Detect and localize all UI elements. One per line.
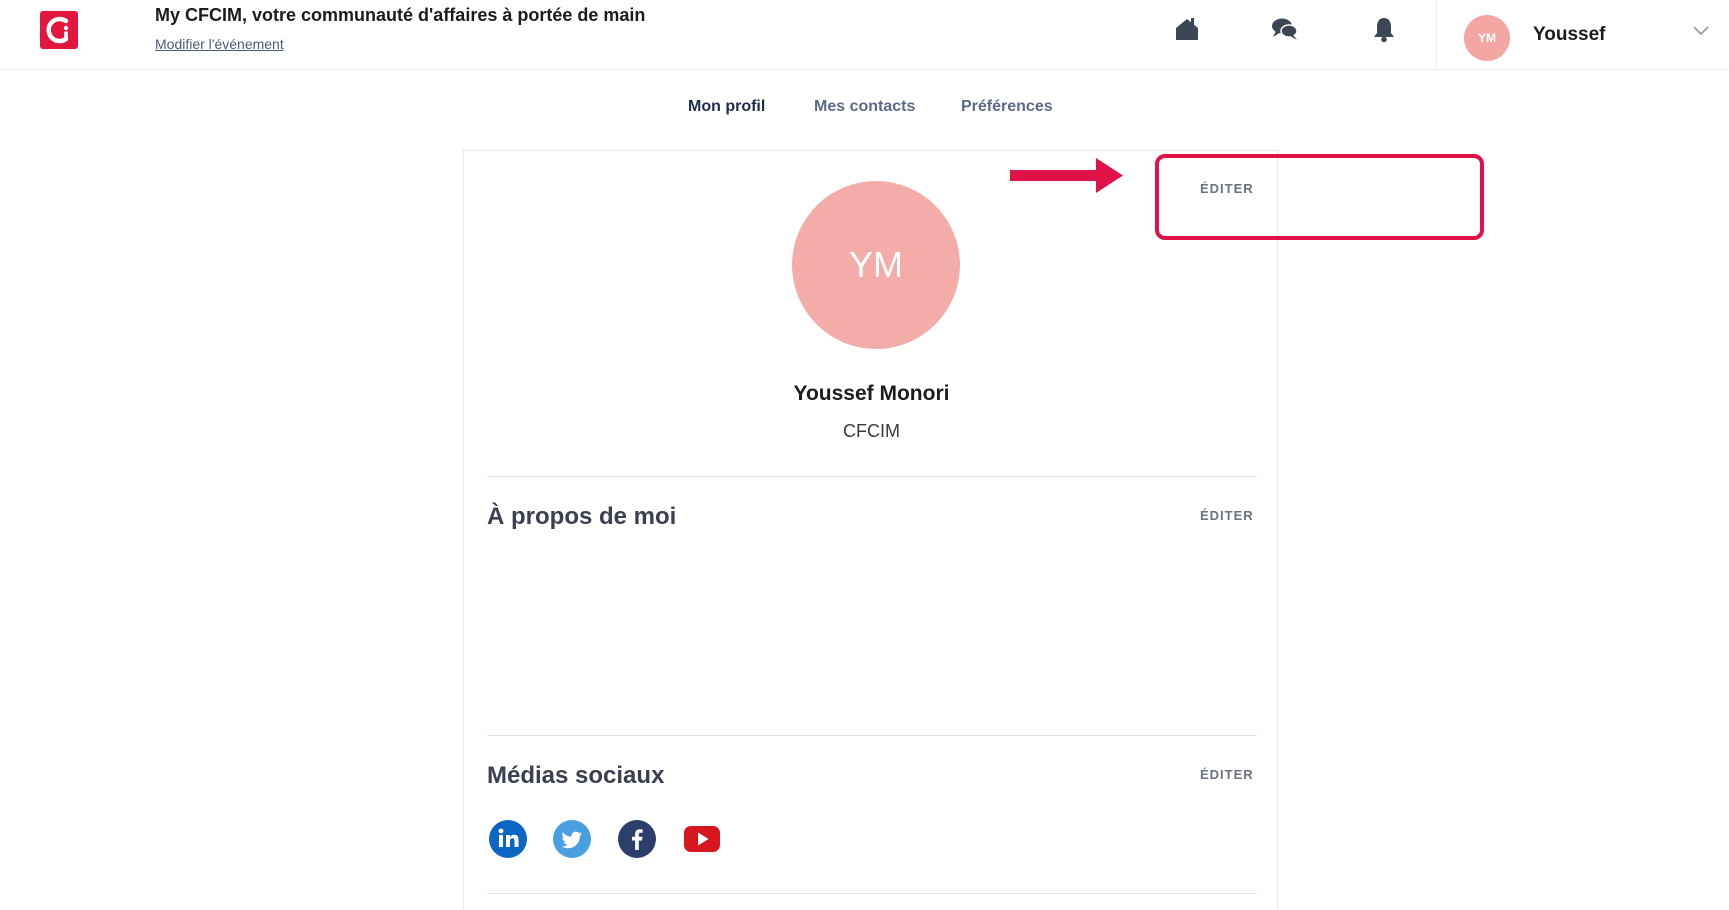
edit-about-button[interactable]: ÉDITER: [1200, 508, 1254, 523]
linkedin-icon[interactable]: [489, 820, 527, 858]
chevron-down-icon[interactable]: [1692, 24, 1710, 42]
profile-company: CFCIM: [843, 421, 900, 441]
annotation-arrow: [1010, 155, 1125, 202]
section-divider: [487, 476, 1257, 477]
edit-event-link[interactable]: Modifier l'événement: [155, 36, 284, 52]
tab-mon-profil[interactable]: Mon profil: [688, 98, 765, 116]
home-icon[interactable]: [1172, 14, 1202, 44]
profile-avatar: YM: [792, 181, 960, 349]
top-header: My CFCIM, votre communauté d'affaires à …: [0, 0, 1729, 70]
about-title: À propos de moi: [487, 503, 677, 530]
header-divider: [1436, 0, 1437, 70]
section-divider: [487, 893, 1257, 894]
annotation-highlight-box: [1155, 154, 1484, 240]
social-media-title: Médias sociaux: [487, 762, 665, 789]
profile-card: ÉDITER YM Youssef Monori CFCIM À propos …: [463, 150, 1278, 910]
tab-preferences[interactable]: Préférences: [961, 98, 1053, 116]
bell-icon[interactable]: [1369, 14, 1399, 44]
user-avatar[interactable]: YM: [1464, 15, 1510, 61]
cfcim-logo[interactable]: [40, 11, 78, 49]
facebook-icon[interactable]: [618, 820, 656, 858]
profile-tabs: Mon profil Mes contacts Préférences: [0, 98, 1729, 124]
section-divider: [487, 735, 1257, 736]
user-name[interactable]: Youssef: [1533, 24, 1606, 46]
youtube-icon[interactable]: [683, 820, 721, 858]
twitter-icon[interactable]: [553, 820, 591, 858]
chat-icon[interactable]: [1270, 14, 1300, 44]
event-title: My CFCIM, votre communauté d'affaires à …: [155, 5, 646, 25]
tab-mes-contacts[interactable]: Mes contacts: [814, 98, 915, 116]
edit-social-media-button[interactable]: ÉDITER: [1200, 767, 1254, 782]
profile-full-name: Youssef Monori: [793, 382, 950, 405]
